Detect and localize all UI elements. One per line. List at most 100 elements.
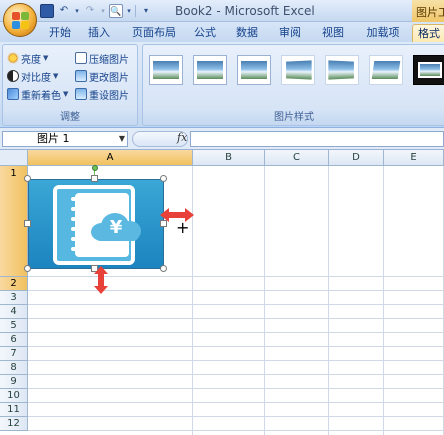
grid-line — [28, 430, 444, 431]
grid-line — [28, 332, 444, 333]
resize-handle-left[interactable] — [24, 220, 31, 227]
grid-line — [28, 346, 444, 347]
notebook-cloud-image: ¥ — [53, 185, 141, 265]
column-header-e[interactable]: E — [384, 150, 444, 166]
brightness-button[interactable]: 亮度 ▼ — [7, 50, 48, 66]
grid-line — [28, 360, 444, 361]
picture-style-option[interactable] — [281, 55, 315, 85]
grid-line — [28, 304, 444, 305]
office-logo-icon — [12, 12, 30, 30]
redo-icon[interactable]: ↷ — [83, 4, 97, 18]
print-preview-dropdown-icon[interactable]: ▾ — [126, 4, 132, 18]
crosshair-cursor-icon: + — [176, 218, 190, 237]
grid-line — [264, 166, 265, 435]
row-header-4[interactable]: 4 — [0, 305, 28, 319]
picture-style-option[interactable] — [369, 55, 403, 85]
contrast-label: 对比度 — [21, 72, 51, 84]
reset-picture-button[interactable]: 重设图片 — [75, 86, 129, 102]
row-header-3[interactable]: 3 — [0, 291, 28, 305]
contrast-icon — [7, 70, 19, 82]
change-picture-icon — [75, 70, 87, 82]
resize-handle-top-right[interactable] — [160, 175, 167, 182]
grid-line — [328, 166, 329, 435]
resize-handle-bottom-left[interactable] — [24, 265, 31, 272]
picture-style-option[interactable] — [237, 55, 271, 85]
formula-bar: 图片 1 ▼ fx — [0, 128, 444, 150]
row-header-7[interactable]: 7 — [0, 347, 28, 361]
inserted-picture[interactable]: ¥ — [28, 179, 164, 269]
tab-page-layout[interactable]: 页面布局 — [128, 24, 180, 42]
picture-styles-group: 图片样式 — [142, 44, 444, 126]
row-header-8[interactable]: 8 — [0, 361, 28, 375]
column-header-b[interactable]: B — [193, 150, 265, 166]
tab-format[interactable]: 格式 — [412, 24, 444, 42]
undo-icon[interactable]: ↶ — [57, 4, 71, 18]
recolor-label: 重新着色 — [21, 90, 61, 102]
picture-style-option[interactable] — [413, 55, 444, 85]
grid-line — [383, 166, 384, 435]
quick-access-toolbar: ↶ ▾ ↷ ▾ 🔍 ▾ ▾ — [40, 3, 153, 19]
recolor-button[interactable]: 重新着色 ▼ — [7, 86, 68, 102]
adjust-group: 亮度 ▼ 对比度 ▼ 重新着色 ▼ 压缩图片 更改图片 重设图片 调整 — [2, 44, 138, 126]
picture-style-option[interactable] — [325, 55, 359, 85]
change-picture-button[interactable]: 更改图片 — [75, 68, 129, 84]
reset-picture-label: 重设图片 — [89, 90, 129, 102]
grid-line — [28, 276, 444, 277]
print-preview-icon[interactable]: 🔍 — [109, 4, 123, 18]
grid-line — [28, 374, 444, 375]
cloud-icon: ¥ — [87, 211, 147, 241]
resize-handle-top[interactable] — [91, 175, 98, 182]
picture-style-option[interactable] — [193, 55, 227, 85]
ribbon-tabs: 开始 插入 页面布局 公式 数据 审阅 视图 加载项 格式 — [0, 22, 444, 42]
tab-home[interactable]: 开始 — [45, 24, 75, 42]
yen-symbol: ¥ — [109, 217, 123, 238]
name-box[interactable]: 图片 1 ▼ — [2, 131, 128, 147]
formula-input[interactable] — [190, 131, 444, 147]
picture-styles-group-label: 图片样式 — [274, 112, 314, 123]
tab-view[interactable]: 视图 — [318, 24, 348, 42]
row-header-5[interactable]: 5 — [0, 319, 28, 333]
chevron-down-icon: ▼ — [53, 72, 59, 80]
contrast-button[interactable]: 对比度 ▼ — [7, 68, 58, 84]
compress-icon — [75, 52, 87, 64]
undo-dropdown-icon[interactable]: ▾ — [74, 4, 80, 18]
select-all-corner[interactable] — [0, 150, 28, 166]
customize-qat-icon[interactable]: ▾ — [139, 4, 153, 18]
row-header-2[interactable]: 2 — [0, 277, 28, 291]
save-icon[interactable] — [40, 4, 54, 18]
qat-separator — [135, 5, 136, 17]
grid-line — [28, 388, 444, 389]
recolor-icon — [7, 88, 19, 100]
worksheet-grid[interactable]: A B C D E 1 2 3 4 5 6 7 8 9 10 11 12 ¥ + — [0, 150, 444, 435]
rotation-handle[interactable] — [92, 165, 98, 171]
grid-line — [28, 416, 444, 417]
resize-handle-top-left[interactable] — [24, 175, 31, 182]
tab-add-ins[interactable]: 加载项 — [362, 24, 404, 42]
row-header-9[interactable]: 9 — [0, 375, 28, 389]
row-header-11[interactable]: 11 — [0, 403, 28, 417]
name-box-value: 图片 1 — [37, 132, 70, 145]
tab-insert[interactable]: 插入 — [84, 24, 114, 42]
chevron-down-icon: ▼ — [43, 54, 49, 62]
row-header-10[interactable]: 10 — [0, 389, 28, 403]
row-header-6[interactable]: 6 — [0, 333, 28, 347]
column-header-a[interactable]: A — [28, 150, 193, 166]
name-box-dropdown-icon[interactable]: ▼ — [119, 132, 125, 146]
compress-label: 压缩图片 — [89, 54, 129, 66]
redo-dropdown-icon[interactable]: ▾ — [100, 4, 106, 18]
office-button[interactable] — [3, 3, 37, 37]
compress-pictures-button[interactable]: 压缩图片 — [75, 50, 129, 66]
resize-handle-bottom-right[interactable] — [160, 265, 167, 272]
picture-style-option[interactable] — [149, 55, 183, 85]
tab-formulas[interactable]: 公式 — [190, 24, 220, 42]
picture-tools-context-title: 图片工具 — [412, 0, 444, 22]
row-header-12[interactable]: 12 — [0, 417, 28, 431]
picture-styles-gallery — [149, 55, 444, 85]
column-header-c[interactable]: C — [265, 150, 329, 166]
column-header-d[interactable]: D — [329, 150, 384, 166]
tab-data[interactable]: 数据 — [232, 24, 262, 42]
insert-function-icon[interactable]: fx — [177, 131, 187, 144]
tab-review[interactable]: 审阅 — [275, 24, 305, 42]
change-picture-label: 更改图片 — [89, 72, 129, 84]
grid-line — [28, 290, 444, 291]
